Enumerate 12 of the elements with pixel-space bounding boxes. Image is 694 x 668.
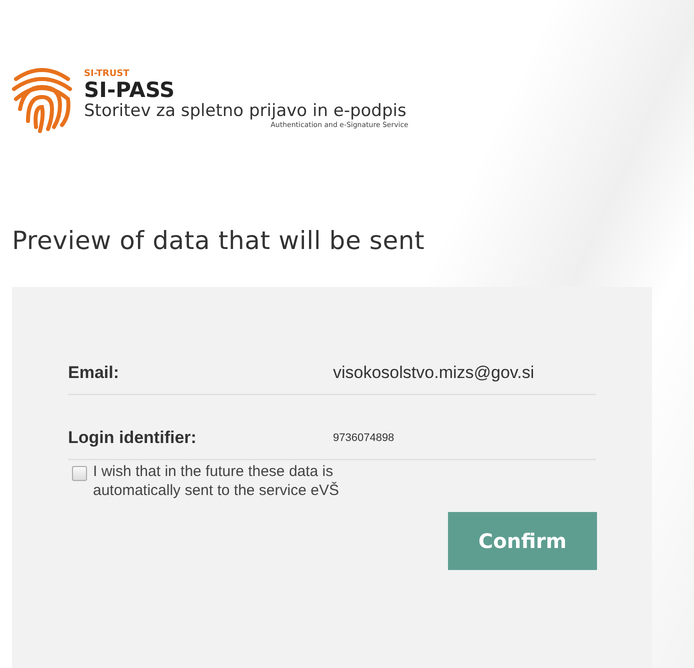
field-label: Email:	[68, 363, 120, 383]
field-value: 9736074898	[333, 432, 396, 444]
field-label: Login identifier:	[68, 428, 198, 448]
brand-label: SI-TRUST	[84, 69, 130, 79]
page-heading: Preview of data that will be sent	[12, 226, 426, 255]
tagline: Storitev za spletno prijavo in e-podpis	[84, 101, 406, 121]
confirm-button[interactable]: Confirm	[448, 512, 597, 570]
checkbox-label: I wish that in the future these data is automatically sent to the service eVŠ	[93, 462, 340, 500]
fingerprint-logo-icon	[10, 65, 74, 133]
checkbox[interactable]	[72, 466, 87, 481]
product-name: SI-PASS	[84, 79, 176, 101]
field-value: visokosolstvo.mizs@gov.si	[333, 363, 536, 383]
